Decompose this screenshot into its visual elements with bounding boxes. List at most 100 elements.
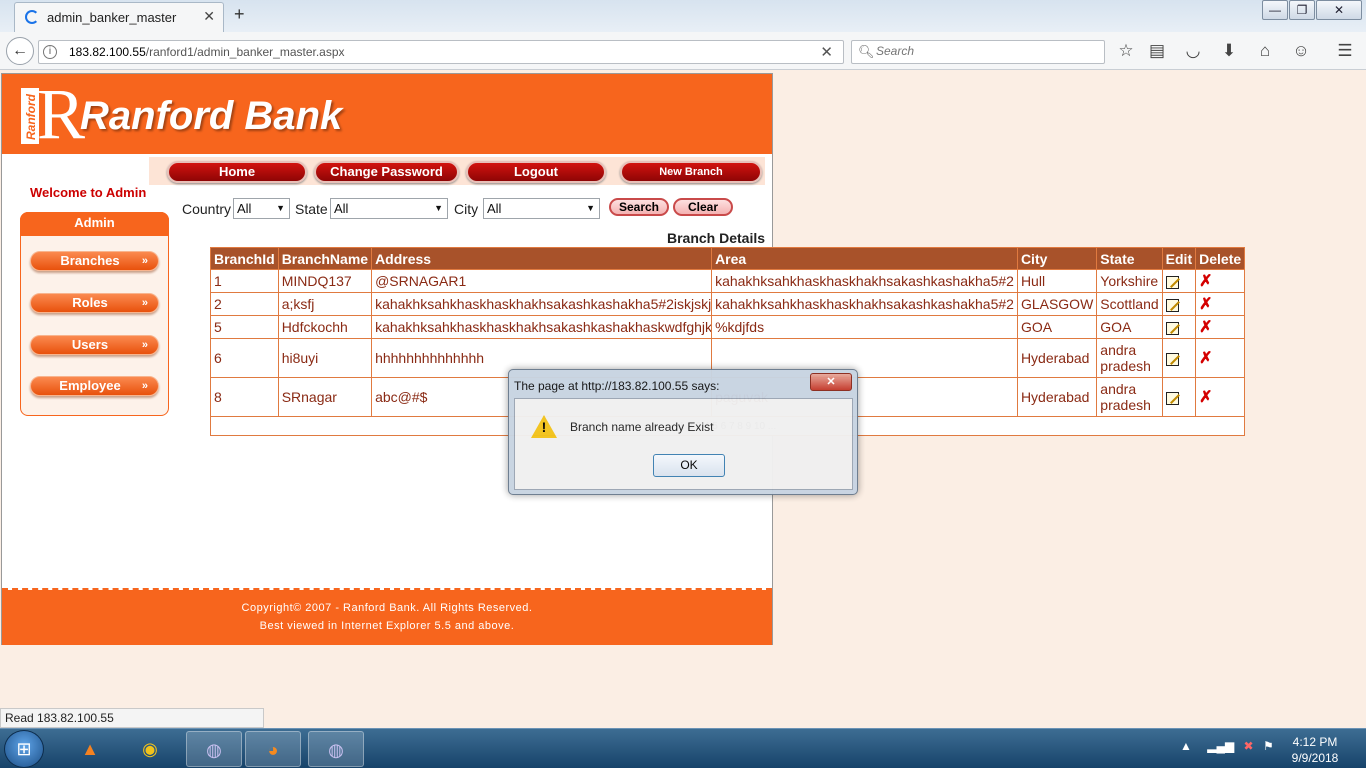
column-header-edit: Edit <box>1161 247 1197 270</box>
logout-button[interactable]: Logout <box>466 161 606 183</box>
delete-icon[interactable]: ✗ <box>1199 296 1212 313</box>
taskbar-clock[interactable]: 4:12 PM 9/9/2018 <box>1280 734 1350 766</box>
edit-icon[interactable] <box>1165 298 1179 312</box>
city-select[interactable]: All ▼ <box>483 198 600 219</box>
city-label: City <box>454 201 479 217</box>
reading-list-icon[interactable]: ▤ <box>1146 42 1168 60</box>
system-tray: ▲ ▂▄▆ ✖ ⚑ <box>1180 739 1274 753</box>
cell-branchid: 1 <box>210 269 279 293</box>
country-select[interactable]: All ▼ <box>233 198 290 219</box>
window-maximize-button[interactable]: ❐ <box>1289 0 1315 20</box>
admin-sidebar: Admin Branches » Roles » Users » Employe… <box>20 212 169 416</box>
url-text[interactable]: 183.82.100.55/ranford1/admin_banker_mast… <box>69 45 345 59</box>
chevron-down-icon: ▼ <box>276 203 285 213</box>
stop-loading-icon[interactable]: ✕ <box>820 43 833 61</box>
ok-button[interactable]: OK <box>653 454 725 477</box>
cell-branchid: 2 <box>210 292 279 316</box>
cell-area: kahakhksahkhaskhaskhakhsakashkashakha5#2 <box>711 292 1018 316</box>
cell-branchname: MINDQ137 <box>277 269 373 293</box>
sidebar-title: Admin <box>20 212 169 236</box>
alert-dialog: The page at http://183.82.100.55 says: ✕… <box>508 369 858 495</box>
taskbar-vlc[interactable]: ▲ <box>62 731 118 767</box>
change-password-button[interactable]: Change Password <box>314 161 459 183</box>
search-bar[interactable]: 🔍︎ <box>851 40 1105 64</box>
copyright-text: Copyright© 2007 - Ranford Bank. All Righ… <box>241 602 533 614</box>
bookmark-star-icon[interactable]: ☆ <box>1115 42 1137 60</box>
show-hidden-icons[interactable]: ▲ <box>1180 739 1192 753</box>
clock-time: 4:12 PM <box>1292 735 1338 749</box>
network-signal-icon[interactable]: ▂▄▆ <box>1207 739 1234 753</box>
delete-icon[interactable]: ✗ <box>1199 350 1212 367</box>
cell-delete: ✗ <box>1195 338 1246 378</box>
city-value: All <box>487 201 502 216</box>
search-input[interactable] <box>876 44 1096 58</box>
cell-city: Hyderabad <box>1016 338 1098 378</box>
column-header-delete: Delete <box>1195 247 1246 270</box>
action-center-icon[interactable]: ⚑ <box>1263 739 1274 753</box>
network-warning-icon[interactable]: ✖ <box>1244 739 1254 753</box>
back-button[interactable]: ← <box>6 37 34 65</box>
edit-icon[interactable] <box>1165 321 1179 335</box>
eclipse-icon: ◍ <box>328 740 344 760</box>
cell-state: Yorkshire <box>1096 269 1163 293</box>
site-header: Ranford R Ranford Bank <box>2 74 772 154</box>
clear-button[interactable]: Clear <box>673 198 733 216</box>
logo-small-text: Ranford <box>24 94 38 140</box>
taskbar-chrome-beta[interactable]: ◉ <box>122 731 178 767</box>
search-button[interactable]: Search <box>609 198 669 216</box>
sidebar-item-employee[interactable]: Employee » <box>30 376 159 396</box>
cell-city: GOA <box>1016 315 1098 339</box>
dialog-message: Branch name already Exist <box>570 420 714 434</box>
window-minimize-button[interactable]: — <box>1262 0 1288 20</box>
home-button[interactable]: Home <box>167 161 307 183</box>
dialog-close-button[interactable]: ✕ <box>810 373 852 391</box>
sidebar-item-users[interactable]: Users » <box>30 335 159 355</box>
loading-spinner-icon <box>25 10 39 24</box>
double-arrow-icon: » <box>141 255 148 267</box>
logo-letter: R <box>37 74 86 154</box>
cell-city: GLASGOW <box>1016 292 1098 316</box>
delete-icon[interactable]: ✗ <box>1199 319 1212 336</box>
window-close-button[interactable]: ✕ <box>1316 0 1362 20</box>
browser-tab[interactable]: admin_banker_master ✕ <box>14 2 224 32</box>
cell-state: andra pradesh <box>1096 377 1163 417</box>
sidebar-item-roles[interactable]: Roles » <box>30 293 159 313</box>
new-tab-button[interactable]: + <box>234 4 245 25</box>
dialog-body: ! Branch name already Exist OK <box>514 398 853 490</box>
delete-icon[interactable]: ✗ <box>1199 273 1212 290</box>
url-path: /ranford1/admin_banker_master.aspx <box>145 45 345 59</box>
home-icon[interactable]: ⌂ <box>1254 42 1276 60</box>
double-arrow-icon: » <box>141 339 148 351</box>
cell-city: Hyderabad <box>1016 377 1098 417</box>
tab-close-icon[interactable]: ✕ <box>203 8 215 25</box>
eclipse-icon: ◍ <box>206 740 222 760</box>
edit-icon[interactable] <box>1165 352 1179 366</box>
sidebar-item-branches[interactable]: Branches » <box>30 251 159 271</box>
url-bar[interactable]: i 183.82.100.55/ranford1/admin_banker_ma… <box>38 40 844 64</box>
chrome-beta-icon: ◉ <box>142 739 158 759</box>
cell-branchname: SRnagar <box>277 377 373 417</box>
edit-icon[interactable] <box>1165 391 1179 405</box>
start-button[interactable]: ⊞ <box>4 730 44 768</box>
new-branch-button[interactable]: New Branch <box>620 161 762 183</box>
edit-icon[interactable] <box>1165 275 1179 289</box>
download-icon[interactable]: ⬇ <box>1218 42 1240 60</box>
state-select[interactable]: All ▼ <box>330 198 448 219</box>
taskbar-eclipse[interactable]: ◍ <box>186 731 242 767</box>
taskbar-eclipse-2[interactable]: ◍ <box>308 731 364 767</box>
column-header-city: City <box>1016 247 1098 270</box>
column-header-area: Area <box>711 247 1018 270</box>
pocket-icon[interactable]: ◡ <box>1182 42 1204 60</box>
cell-state: GOA <box>1096 315 1163 339</box>
table-row: 1 MINDQ137 @SRNAGAR1 kahakhksahkhaskhask… <box>210 269 1246 293</box>
cell-address: kahakhksahkhaskhaskhakhsakashkashakha5#2… <box>371 292 713 316</box>
bank-logo: Ranford R <box>21 78 85 150</box>
menu-icon[interactable]: ☰ <box>1334 42 1356 60</box>
smiley-icon[interactable]: ☺ <box>1290 42 1312 60</box>
taskbar-firefox[interactable]: ◕ <box>245 731 301 767</box>
cell-state: andra pradesh <box>1096 338 1163 378</box>
delete-icon[interactable]: ✗ <box>1199 389 1212 406</box>
sidebar-item-label: Branches <box>60 253 120 268</box>
table-row: 5 Hdfckochh kahakhksahkhaskhaskhakhsakas… <box>210 315 1246 339</box>
info-icon[interactable]: i <box>43 45 57 59</box>
